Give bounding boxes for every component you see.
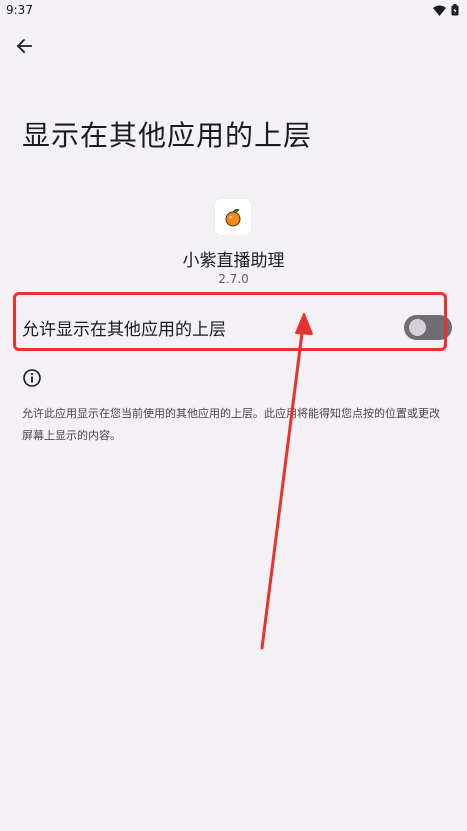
status-bar: 9:37 xyxy=(0,0,467,22)
orange-fruit-icon xyxy=(225,208,241,227)
app-version: 2.7.0 xyxy=(218,272,249,286)
overlay-permission-toggle[interactable] xyxy=(404,315,452,340)
overlay-permission-row[interactable]: 允许显示在其他应用的上层 xyxy=(14,293,452,351)
permission-description: 允许此应用显示在您当前使用的其他应用的上层。此应用将能得知您点按的位置或更改屏幕… xyxy=(22,407,440,442)
app-icon xyxy=(215,199,251,235)
back-button[interactable] xyxy=(6,28,42,64)
wifi-icon xyxy=(433,5,446,16)
battery-icon xyxy=(451,4,459,16)
page-title: 显示在其他应用的上层 xyxy=(22,119,313,152)
toggle-knob xyxy=(409,319,426,336)
info-icon xyxy=(23,369,41,387)
status-time: 9:37 xyxy=(6,3,33,17)
app-name: 小紫直播助理 xyxy=(182,251,285,271)
overlay-permission-label: 允许显示在其他应用的上层 xyxy=(22,320,226,340)
status-icons xyxy=(433,4,459,16)
arrow-back-icon xyxy=(16,38,32,54)
